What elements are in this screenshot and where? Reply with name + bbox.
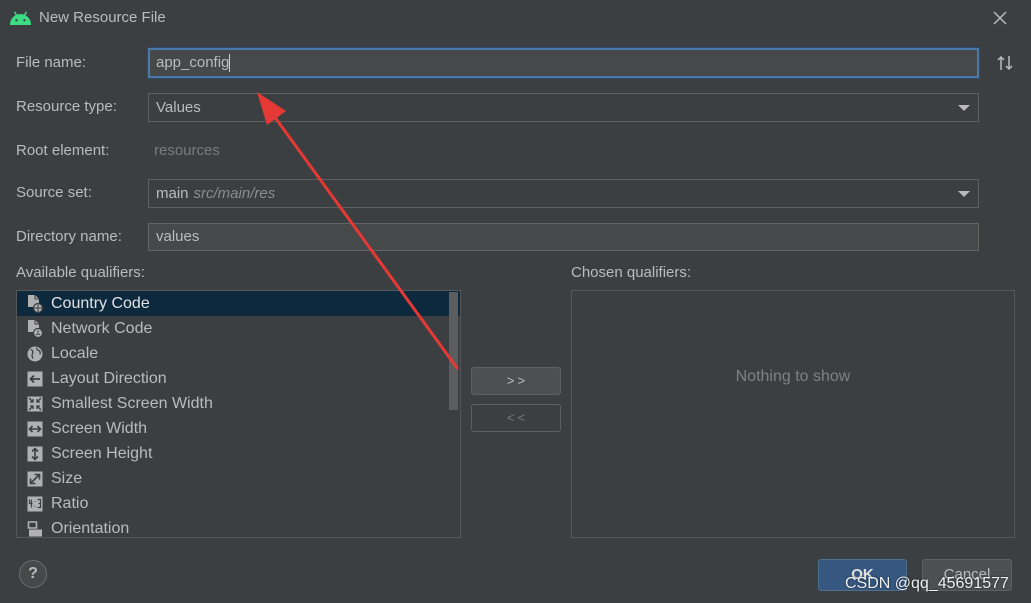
ratio-icon [27,495,43,513]
qualifier-item-orientation[interactable]: Orientation [17,516,460,538]
qualifier-label: Orientation [51,520,130,537]
ok-button[interactable]: OK [818,559,907,591]
qualifier-label: Smallest Screen Width [51,395,213,412]
directory-name-input[interactable]: values [148,223,979,251]
root-element-label: Root element: [16,142,110,159]
qualifier-label: Network Code [51,320,153,337]
resource-type-dropdown[interactable]: Values [148,93,979,122]
root-element-value: resources [154,142,220,159]
orientation-icon [27,520,43,538]
new-resource-file-dialog: New Resource File File name: app_config … [0,0,1031,603]
remove-qualifier-button[interactable]: << [471,404,561,432]
text-caret [229,54,231,72]
qualifier-label: Screen Width [51,420,148,437]
resource-type-value: Values [156,99,201,116]
android-icon [10,11,31,25]
screen-width-icon [27,420,43,438]
qualifier-label: Country Code [51,295,150,312]
qualifier-label: Ratio [51,495,89,512]
locale-icon [27,345,43,363]
network-code-icon [27,319,43,338]
chevron-down-icon[interactable] [958,190,970,197]
country-code-icon [27,294,43,313]
qualifier-label: Layout Direction [51,370,167,387]
source-set-value: main [156,185,189,202]
empty-state-text: Nothing to show [735,368,851,385]
cancel-button[interactable]: Cancel [922,559,1012,591]
close-icon[interactable] [993,11,1007,25]
help-button[interactable]: ? [19,560,47,588]
qualifier-item-smallest-screen-width[interactable]: Smallest Screen Width [17,391,460,416]
file-name-input[interactable]: app_config [148,48,979,78]
chevron-down-icon[interactable] [958,104,970,111]
dialog-title: New Resource File [39,9,166,26]
source-set-dropdown[interactable]: main src/main/res [148,179,979,208]
layout-direction-icon [27,370,43,388]
directory-name-label: Directory name: [16,228,122,245]
file-name-value: app_config [156,54,230,71]
qualifier-label: Size [51,470,83,487]
qualifier-item-locale[interactable]: Locale [17,341,460,366]
qualifier-label: Screen Height [51,445,153,462]
chosen-qualifiers-label: Chosen qualifiers: [571,264,692,281]
chosen-qualifiers-list[interactable]: Nothing to show [571,290,1015,538]
add-qualifier-button[interactable]: >> [471,367,561,395]
list-scrollbar-thumb[interactable] [449,292,458,410]
qualifier-item-screen-height[interactable]: Screen Height [17,441,460,466]
directory-name-value: values [156,228,200,245]
available-qualifiers-list[interactable]: Country Code Network Code Locale Layout … [16,290,461,538]
qualifier-item-country-code[interactable]: Country Code [17,291,460,316]
smallest-screen-width-icon [27,395,43,413]
resource-type-label: Resource type: [16,98,117,115]
qualifier-item-layout-direction[interactable]: Layout Direction [17,366,460,391]
source-set-label: Source set: [16,184,92,201]
sort-icon[interactable] [997,55,1013,71]
size-icon [27,470,43,488]
qualifier-item-size[interactable]: Size [17,466,460,491]
qualifier-item-screen-width[interactable]: Screen Width [17,416,460,441]
qualifier-item-ratio[interactable]: Ratio [17,491,460,516]
qualifier-label: Locale [51,345,99,362]
file-name-label: File name: [16,54,87,71]
title-bar[interactable]: New Resource File [0,0,1031,36]
screen-height-icon [27,445,43,463]
qualifier-item-network-code[interactable]: Network Code [17,316,460,341]
available-qualifiers-label: Available qualifiers: [16,264,145,281]
source-set-path-hint: src/main/res [193,185,276,202]
